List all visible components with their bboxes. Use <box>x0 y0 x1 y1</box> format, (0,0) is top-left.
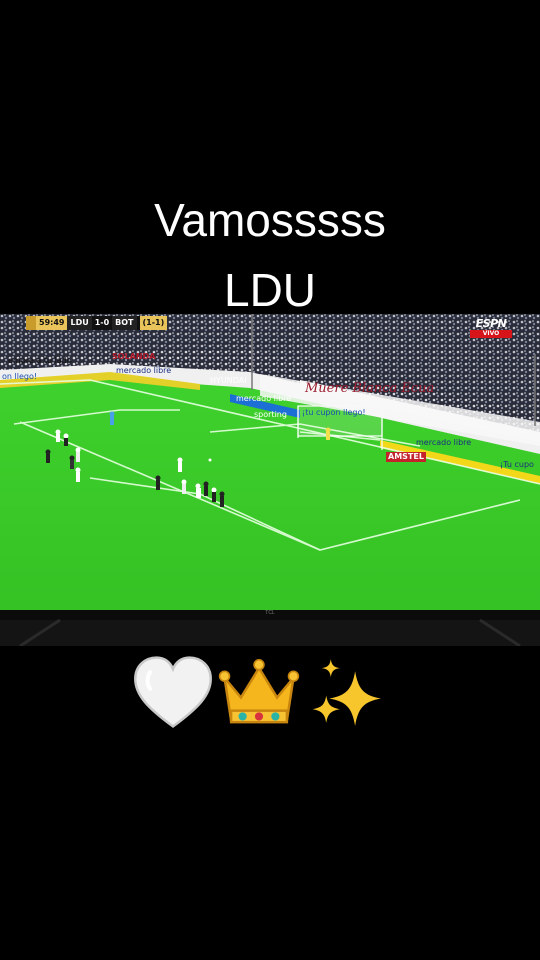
football-pitch-scene <box>0 314 540 646</box>
ad-board-text: mercado libre <box>416 438 472 447</box>
crown-icon <box>218 659 300 724</box>
ad-board-text: ¡tu cupon llego! <box>302 408 366 417</box>
ad-board-text: sporting <box>254 410 287 419</box>
ad-board-text: mercado libre <box>236 394 292 403</box>
competition-icon <box>26 316 36 330</box>
ad-board-text: ¡Tu cupo <box>500 460 534 469</box>
score: 1-0 <box>94 318 110 327</box>
ad-board-text: mercado libre <box>116 366 172 375</box>
caption-line-1: Vamosssss <box>154 194 386 246</box>
scoreboard: 59:49 LDU 1-0 BOT (1-1) <box>26 316 168 330</box>
espn-logo: ESPN <box>475 317 507 330</box>
aggregate-score: (1-1) <box>139 316 168 330</box>
white-heart-icon <box>134 656 212 728</box>
ad-board-text: HYUNDAI <box>210 376 247 385</box>
ad-board-text: SOLANDA <box>112 352 156 361</box>
live-badge: VIVO <box>470 330 512 338</box>
tv-screen <box>0 314 540 646</box>
away-team: BOT <box>112 316 137 330</box>
emoji-row <box>0 650 540 740</box>
broadcaster-logo: ESPN VIVO <box>470 318 512 338</box>
caption-line-2: LDU <box>223 264 317 316</box>
ad-board-text: on llego! <box>2 372 38 381</box>
ad-board-text: AMSTEL <box>386 452 426 462</box>
ad-board-text: Muere Blanca Ecua <box>305 381 435 396</box>
sparkles-icon <box>312 659 381 726</box>
ad-board-text: empre a tu lado <box>8 356 72 365</box>
home-team: LDU <box>67 316 92 330</box>
tv-brand-label: TCL <box>265 610 275 616</box>
match-clock: 59:49 <box>36 316 68 330</box>
